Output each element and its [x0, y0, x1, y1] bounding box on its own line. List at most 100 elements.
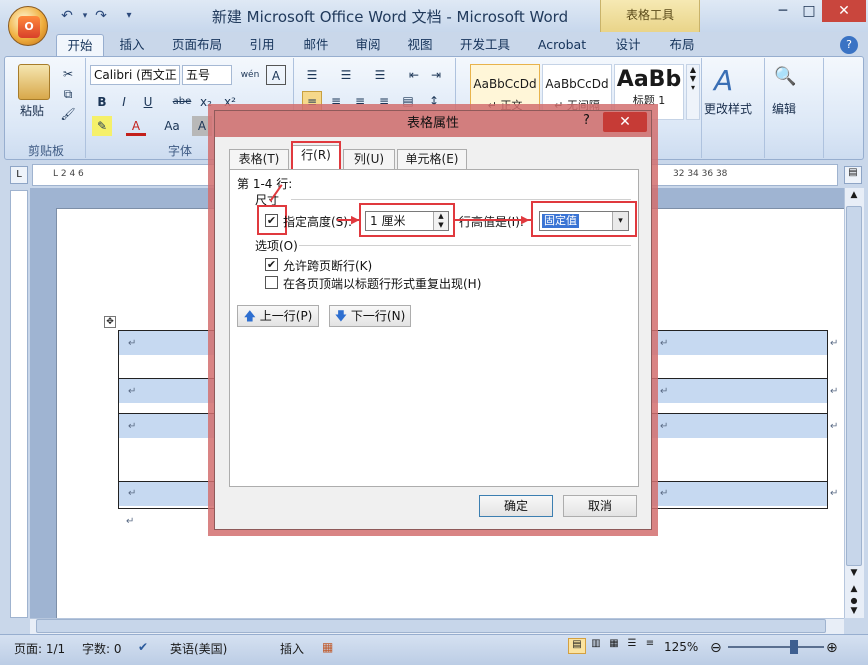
align-center-icon[interactable]: ≡	[326, 91, 346, 111]
office-button[interactable]: O	[8, 6, 48, 46]
view-ruler-icon[interactable]: ▤	[844, 166, 862, 184]
hscroll-thumb[interactable]	[36, 619, 826, 633]
numbering-icon[interactable]: ☰	[336, 65, 356, 85]
phonetic-guide-icon[interactable]: wén	[240, 65, 260, 85]
allow-break-checkbox[interactable]: ✔	[265, 258, 278, 271]
word-count[interactable]: 字数: 0	[82, 640, 122, 657]
font-name-combo[interactable]: Calibri (西文正	[90, 65, 180, 85]
tab-selector[interactable]: L	[10, 166, 28, 184]
table-move-handle-icon[interactable]: ✥	[104, 316, 116, 328]
style-heading1-preview: AaBb	[616, 67, 682, 92]
paragraph-mark: ↵	[660, 386, 669, 397]
table-properties-dialog: 表格属性 ? ✕ 表格(T) 行(R) 列(U) 单元格(E) 第 1-4 行:…	[214, 110, 652, 530]
cut-icon[interactable]: ✂	[58, 64, 78, 84]
align-left-icon[interactable]: ≡	[302, 91, 322, 111]
tab-design[interactable]: 设计	[606, 34, 650, 56]
zoom-in-icon[interactable]: ⊕	[826, 640, 838, 656]
multilevel-icon[interactable]: ☰	[370, 65, 390, 85]
prev-page-icon[interactable]: ▲	[846, 584, 862, 596]
decrease-indent-icon[interactable]: ⇤	[404, 65, 424, 85]
strikethrough-button[interactable]: abe	[172, 92, 192, 112]
browse-object-icon[interactable]: ●	[846, 596, 862, 606]
change-styles-icon[interactable]: A	[714, 64, 733, 97]
tab-mailings[interactable]: 邮件	[294, 34, 338, 56]
prev-row-button[interactable]: 🡅 上一行(P)	[237, 305, 319, 327]
superscript-button[interactable]: x²	[220, 92, 240, 112]
paragraph-mark: ↵	[128, 488, 137, 499]
subscript-button[interactable]: x₂	[196, 92, 216, 112]
tab-cell[interactable]: 单元格(E)	[397, 149, 467, 169]
font-size-combo[interactable]: 五号	[182, 65, 232, 85]
macro-record-icon[interactable]: ▦	[322, 640, 333, 654]
close-button[interactable]: ✕	[822, 0, 866, 22]
paste-icon[interactable]	[18, 64, 50, 100]
zoom-out-icon[interactable]: ⊖	[710, 640, 722, 656]
draft-view-icon[interactable]: ≡	[642, 638, 658, 654]
tab-layout[interactable]: 布局	[660, 34, 704, 56]
format-painter-icon[interactable]: 🖌	[58, 104, 78, 124]
binoculars-icon[interactable]: 🔍	[774, 66, 796, 87]
tab-references[interactable]: 引用	[240, 34, 284, 56]
char-border-icon[interactable]: A	[266, 65, 286, 85]
styles-scroll-icon[interactable]: ▲ ▼ ▾	[686, 64, 700, 120]
tab-acrobat[interactable]: Acrobat	[530, 34, 594, 56]
next-page-icon[interactable]: ▼	[846, 606, 862, 618]
customize-qat-icon[interactable]: ▾	[120, 7, 138, 25]
change-styles-button[interactable]: 更改样式	[704, 100, 752, 117]
editing-button[interactable]: 编辑	[772, 100, 796, 117]
change-case-button[interactable]: Aa	[160, 116, 184, 136]
print-layout-icon[interactable]: ▤	[568, 638, 586, 654]
help-icon[interactable]: ?	[840, 36, 858, 54]
web-layout-icon[interactable]: ▦	[606, 638, 622, 654]
cancel-button[interactable]: 取消	[563, 495, 637, 517]
zoom-slider[interactable]	[728, 646, 824, 648]
minimize-button[interactable]: ─	[770, 0, 796, 22]
repeat-header-label: 在各页顶端以标题行形式重复出现(H)	[283, 277, 482, 291]
scroll-up-icon[interactable]: ▲	[846, 190, 862, 206]
proofing-icon[interactable]: ✔	[138, 640, 148, 654]
italic-button[interactable]: I	[114, 92, 134, 112]
zoom-slider-thumb[interactable]	[790, 640, 798, 654]
copy-icon[interactable]: ⧉	[58, 84, 78, 104]
font-color-icon[interactable]: A	[126, 116, 146, 136]
repeat-header-checkbox[interactable]	[265, 276, 278, 289]
increase-indent-icon[interactable]: ⇥	[426, 65, 446, 85]
line-spacing-icon[interactable]: ↕	[424, 91, 444, 111]
scroll-down-icon[interactable]: ▼	[846, 568, 862, 582]
bold-button[interactable]: B	[92, 92, 112, 112]
tab-column[interactable]: 列(U)	[343, 149, 395, 169]
paragraph-mark: ↵	[660, 421, 669, 432]
next-row-button[interactable]: 🡇 下一行(N)	[329, 305, 411, 327]
tab-insert[interactable]: 插入	[110, 34, 154, 56]
full-screen-reading-icon[interactable]: ▥	[588, 638, 604, 654]
align-right-icon[interactable]: ≡	[350, 91, 370, 111]
tab-developer[interactable]: 开发工具	[452, 34, 518, 56]
page-count[interactable]: 页面: 1/1	[14, 640, 65, 657]
paste-button[interactable]: 粘贴	[20, 102, 44, 119]
dialog-close-button[interactable]: ✕	[603, 112, 647, 132]
justify-icon[interactable]: ≡	[374, 91, 394, 111]
ruler-left-marks: L 2 4 6	[53, 169, 84, 179]
font-label: 字体	[167, 144, 192, 158]
height-input-highlight	[359, 203, 455, 237]
redo-icon[interactable]: ↷	[92, 7, 110, 25]
bullets-icon[interactable]: ☰	[302, 65, 322, 85]
tab-view[interactable]: 视图	[398, 34, 442, 56]
tab-table[interactable]: 表格(T)	[229, 149, 289, 169]
zoom-level[interactable]: 125%	[664, 640, 698, 654]
tab-home[interactable]: 开始	[56, 34, 104, 56]
language-status[interactable]: 英语(美国)	[170, 640, 227, 657]
underline-button[interactable]: U	[138, 92, 158, 112]
char-shading-icon[interactable]: A	[192, 116, 212, 136]
maximize-button[interactable]: □	[796, 0, 822, 22]
undo-icon[interactable]: ↶	[58, 7, 76, 25]
tab-page-layout[interactable]: 页面布局	[166, 34, 228, 56]
outline-view-icon[interactable]: ☰	[624, 638, 640, 654]
distributed-icon[interactable]: ▤	[398, 91, 418, 111]
insert-mode[interactable]: 插入	[280, 640, 304, 657]
scroll-thumb[interactable]	[846, 206, 862, 566]
tab-review[interactable]: 审阅	[346, 34, 390, 56]
dialog-help-icon[interactable]: ?	[583, 113, 603, 128]
ok-button[interactable]: 确定	[479, 495, 553, 517]
highlight-icon[interactable]: ✎	[92, 116, 112, 136]
